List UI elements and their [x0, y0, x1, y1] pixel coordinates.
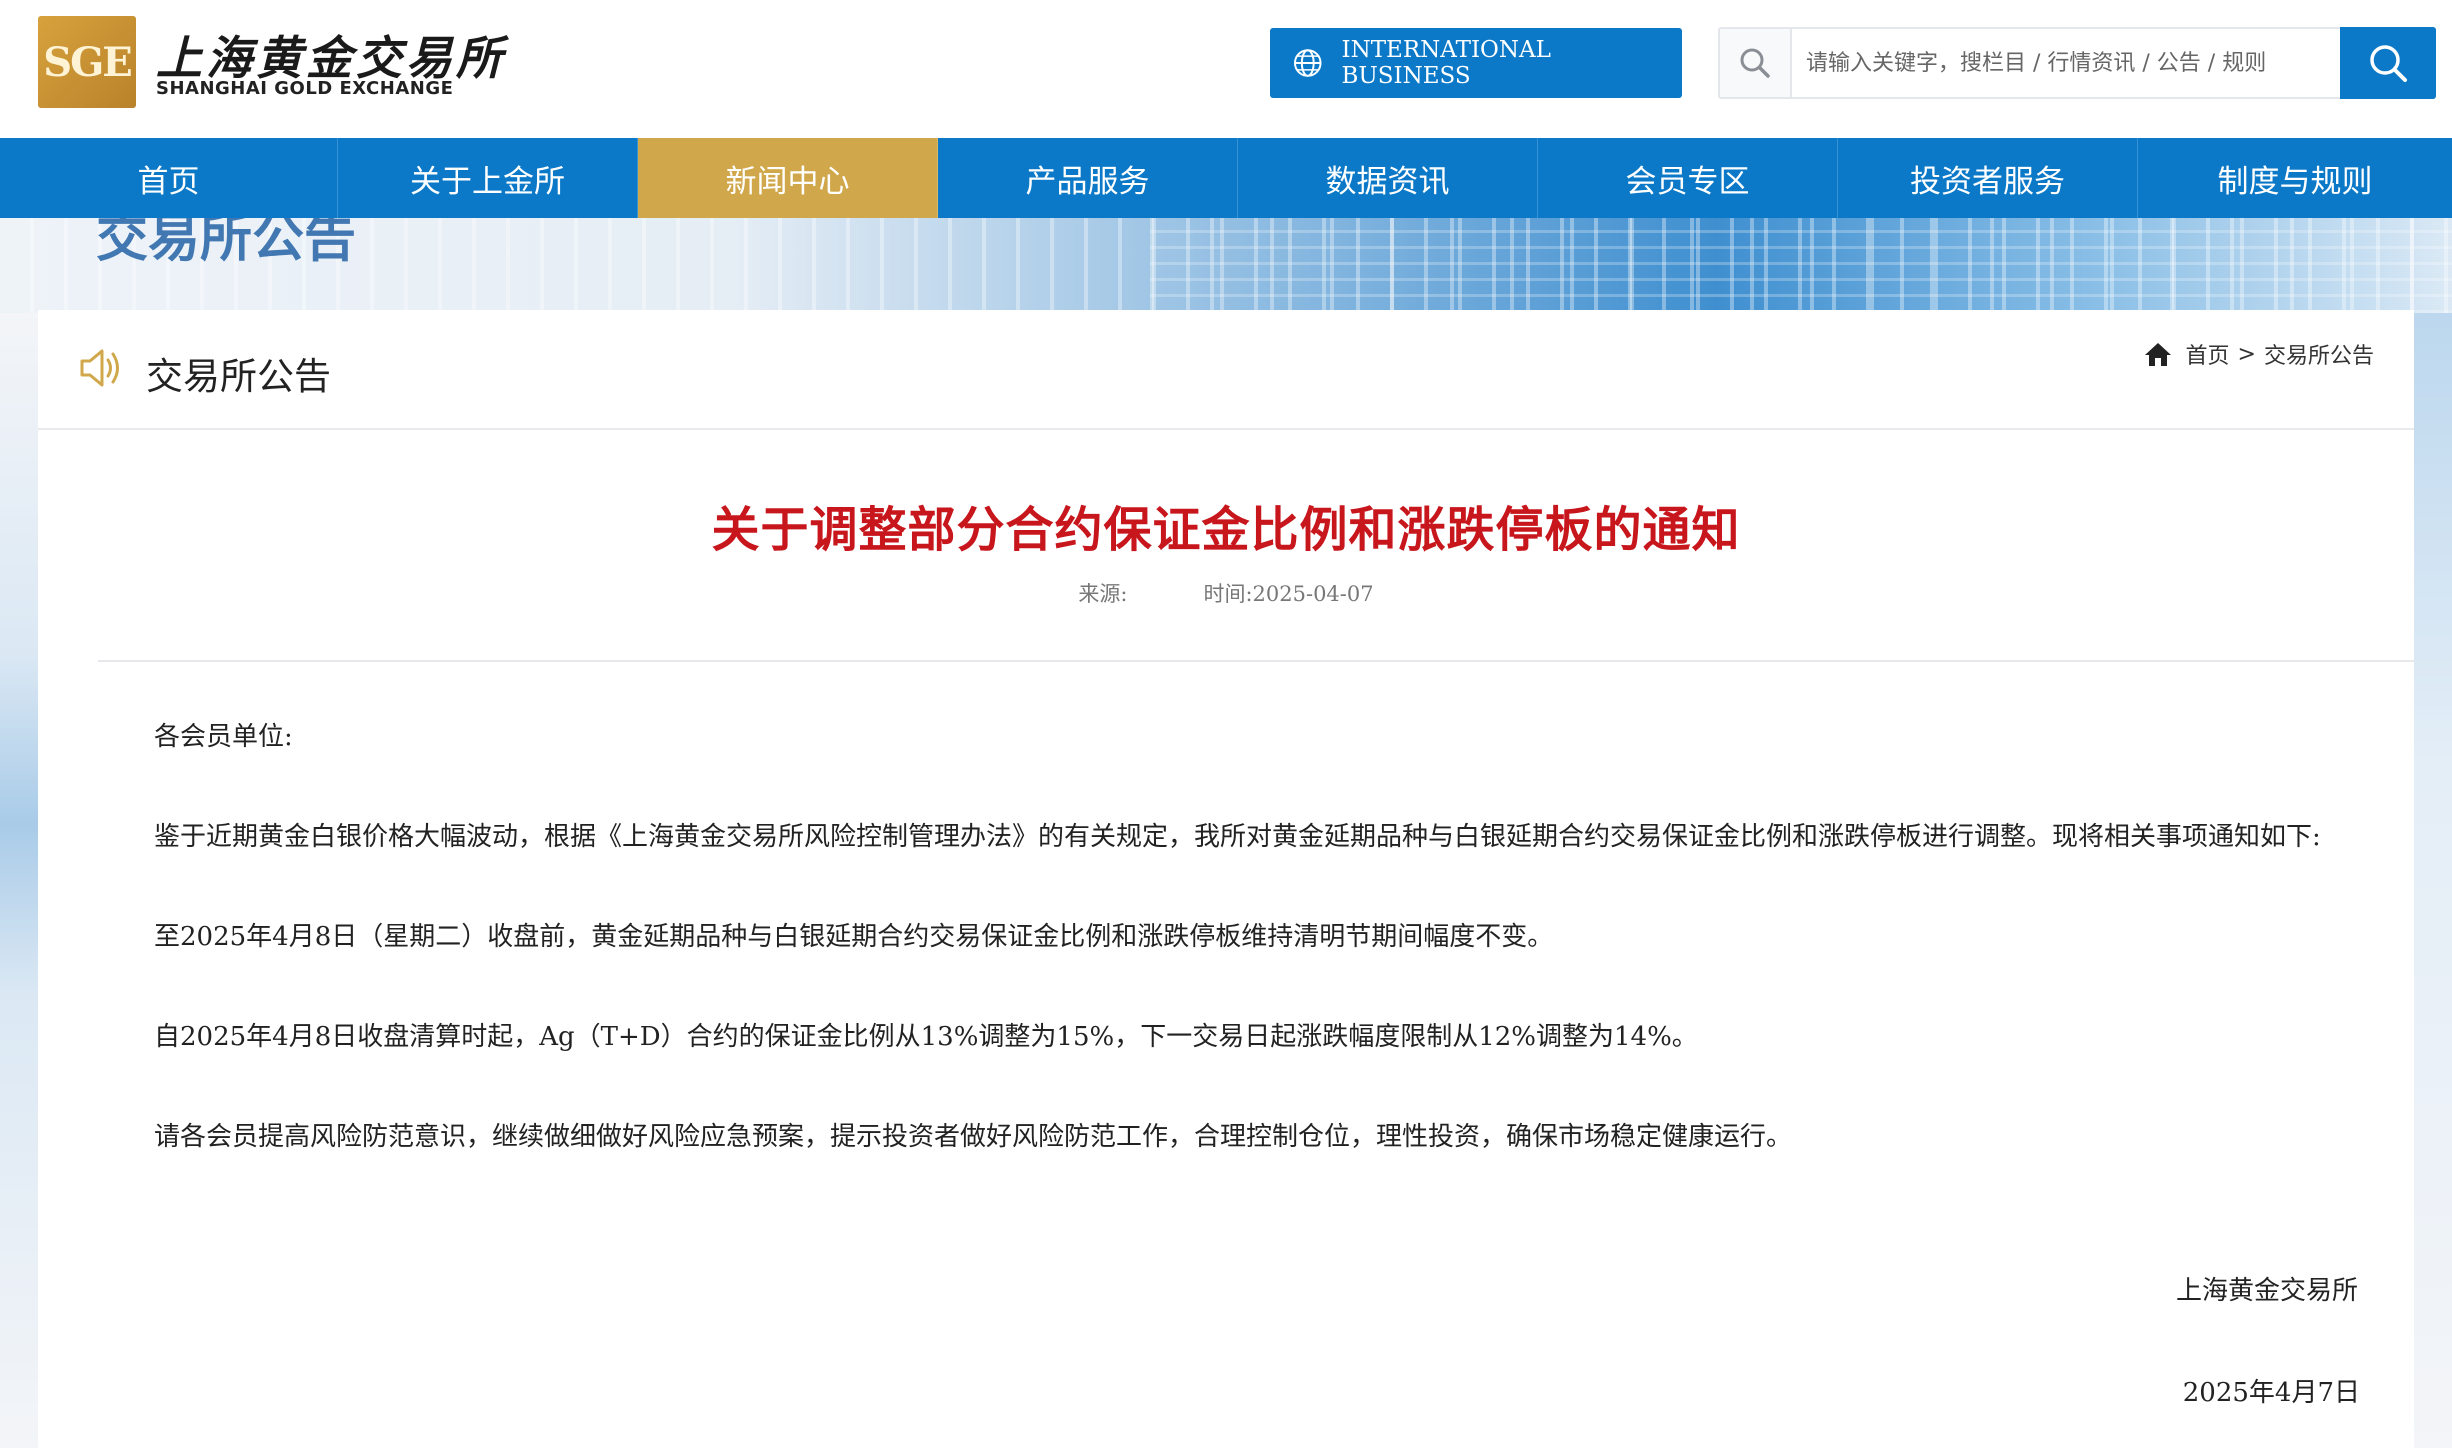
main-navigation: 首页 关于上金所 新闻中心 产品服务 数据资讯 会员专区 投资者服务 制度与规则 — [0, 138, 2452, 218]
speaker-icon — [80, 349, 119, 387]
nav-item-data[interactable]: 数据资讯 — [1238, 138, 1538, 218]
nav-item-investor-services[interactable]: 投资者服务 — [1838, 138, 2138, 218]
nav-item-about[interactable]: 关于上金所 — [338, 138, 638, 218]
banner-title: 交易所公告 — [96, 218, 357, 269]
section-title: 交易所公告 — [146, 355, 331, 398]
section-header: 交易所公告 首页 > 交易所公告 — [38, 310, 2414, 430]
search-bar — [1718, 27, 2436, 99]
article-salutation: 各会员单位: — [154, 722, 293, 752]
article-title: 关于调整部分合约保证金比例和涨跌停板的通知 — [711, 502, 1741, 558]
logo-english-name[interactable]: SHANGHAI GOLD EXCHANGE — [156, 78, 453, 99]
left-background-decoration — [0, 313, 38, 1448]
logo-mark[interactable]: SGE — [38, 16, 136, 108]
search-input[interactable] — [1792, 29, 2292, 97]
nav-item-rules[interactable]: 制度与规则 — [2138, 138, 2452, 218]
breadcrumb-home-link[interactable]: 首页 — [2186, 338, 2230, 370]
breadcrumb-current: 交易所公告 — [2263, 344, 2374, 369]
magnifier-icon — [2370, 45, 2407, 82]
international-business-button[interactable]: INTERNATIONAL BUSINESS — [1270, 28, 1682, 98]
article-paragraph: 至2025年4月8日（星期二）收盘前，黄金延期品种与白银延期合约交易保证金比例和… — [154, 922, 1554, 952]
globe-icon — [1293, 49, 1322, 77]
breadcrumb-separator: > — [2237, 341, 2256, 367]
title-divider — [98, 660, 2414, 662]
search-submit-button[interactable] — [2340, 27, 2436, 99]
nav-item-products[interactable]: 产品服务 — [938, 138, 1238, 218]
article-paragraph: 请各会员提高风险防范意识，继续做细做好风险应急预案，提示投资者做好风险防范工作，… — [154, 1122, 1793, 1152]
nav-item-home[interactable]: 首页 — [0, 138, 338, 218]
international-business-label: INTERNATIONAL BUSINESS — [1341, 37, 1551, 89]
article-date: 2025年4月7日 — [2182, 1378, 2360, 1408]
page-banner: 交易所公告 — [0, 218, 2452, 313]
article-body: 各会员单位: 鉴于近期黄金白银价格大幅波动，根据《上海黄金交易所风险控制管理办法… — [98, 708, 2418, 1208]
banner-building-pattern — [1150, 218, 2452, 313]
nav-item-news-center[interactable]: 新闻中心 — [638, 138, 938, 218]
nav-item-members[interactable]: 会员专区 — [1538, 138, 1838, 218]
article-signature: 上海黄金交易所 — [2175, 1276, 2358, 1306]
article-meta: 来源: 时间:2025-04-07 — [38, 578, 2414, 608]
article-source: 来源: — [1078, 582, 1128, 606]
article-time: 时间:2025-04-07 — [1203, 582, 1374, 606]
breadcrumb: 首页 > 交易所公告 — [2144, 338, 2374, 370]
search-icon — [1720, 29, 1792, 97]
site-header: SGE 上海黄金交易所 SHANGHAI GOLD EXCHANGE INTER… — [0, 0, 2452, 138]
article-paragraph: 自2025年4月8日收盘清算时起，Ag（T+D）合约的保证金比例从13%调整为1… — [154, 1022, 1698, 1052]
home-icon[interactable] — [2144, 341, 2172, 367]
content-card: 交易所公告 首页 > 交易所公告 关于调整部分合约保证金比例和涨跌停板的通知 来… — [38, 310, 2414, 1448]
right-background-decoration — [2414, 313, 2452, 1448]
logo-mark-text: SGE — [43, 38, 133, 86]
article-paragraph: 鉴于近期黄金白银价格大幅波动，根据《上海黄金交易所风险控制管理办法》的有关规定，… — [154, 822, 2321, 852]
